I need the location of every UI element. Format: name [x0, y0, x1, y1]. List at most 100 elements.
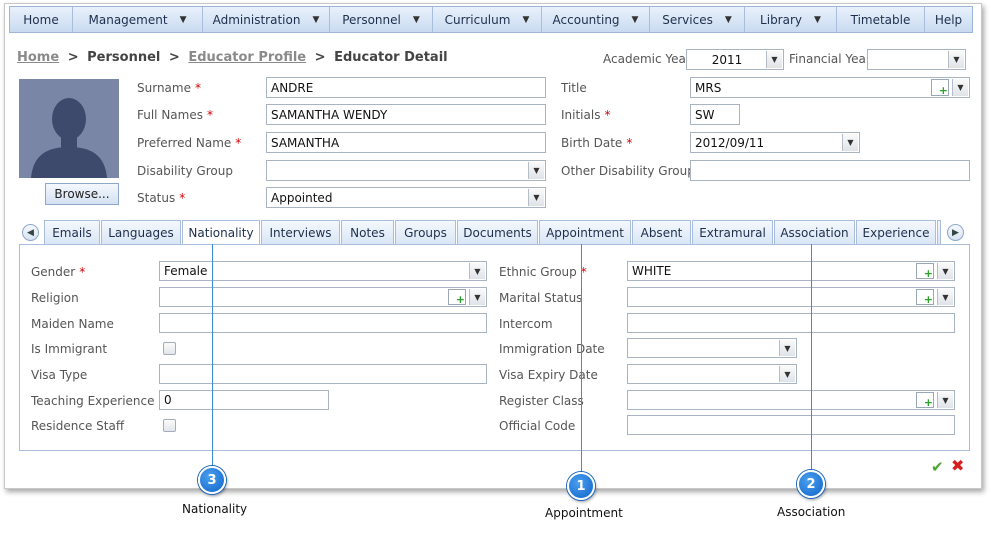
chevron-down-icon[interactable]: ▼: [469, 289, 485, 305]
tab-appointment[interactable]: Appointment: [539, 220, 631, 244]
chevron-down-icon[interactable]: ▼: [469, 263, 485, 279]
religion-select[interactable]: + ▼: [159, 287, 487, 307]
maiden-name-label: Maiden Name: [31, 317, 114, 331]
register-class-label: Register Class: [499, 394, 584, 408]
teaching-experience-field[interactable]: 0: [159, 390, 329, 410]
marital-status-select[interactable]: + ▼: [627, 287, 955, 307]
chevron-down-icon[interactable]: ▼: [948, 51, 964, 68]
chevron-down-icon[interactable]: ▼: [842, 134, 858, 151]
menu-library[interactable]: Library ▼: [745, 7, 837, 32]
initials-field[interactable]: SW: [690, 104, 740, 125]
visa-type-field[interactable]: [159, 364, 487, 384]
status-select[interactable]: Appointed ▼: [266, 187, 546, 208]
disability-group-label: Disability Group: [137, 164, 233, 178]
profile-photo: [19, 79, 119, 178]
tab-scroll-left-button[interactable]: ◀: [22, 224, 39, 241]
chevron-down-icon[interactable]: ▼: [952, 79, 968, 96]
chevron-down-icon: ▼: [814, 14, 821, 25]
chevron-down-icon[interactable]: ▼: [937, 289, 953, 305]
add-ethnic-group-icon[interactable]: +: [916, 263, 934, 279]
breadcrumb: Home > Personnel > Educator Profile > Ed…: [17, 50, 448, 65]
ethnic-group-value: WHITE: [632, 264, 672, 278]
breadcrumb-home-link[interactable]: Home: [17, 50, 59, 65]
callout-line: [581, 244, 582, 474]
add-religion-icon[interactable]: +: [448, 289, 466, 305]
other-disability-group-label: Other Disability Group: [561, 164, 695, 178]
browse-photo-button[interactable]: Browse...: [45, 183, 119, 205]
full-names-field[interactable]: SAMANTHA WENDY: [266, 104, 546, 125]
add-marital-status-icon[interactable]: +: [916, 289, 934, 305]
menu-help[interactable]: Help: [925, 7, 972, 32]
preferred-name-field[interactable]: SAMANTHA: [266, 132, 546, 153]
breadcrumb-educator-profile-link[interactable]: Educator Profile: [188, 50, 306, 65]
add-title-icon[interactable]: +: [931, 79, 949, 96]
cancel-x-icon[interactable]: ✖: [951, 456, 964, 475]
is-immigrant-checkbox[interactable]: [163, 342, 176, 355]
visa-expiry-date-picker[interactable]: ▼: [627, 364, 797, 384]
ethnic-group-label: Ethnic Group *: [499, 265, 587, 279]
ethnic-group-select[interactable]: WHITE + ▼: [627, 261, 955, 281]
chevron-down-icon: ▼: [522, 14, 530, 25]
financial-year-select[interactable]: ▼: [867, 49, 966, 70]
tab-interviews[interactable]: Interviews: [261, 220, 340, 244]
tab-emails[interactable]: Emails: [44, 220, 100, 244]
tab-scroll-right-button[interactable]: ▶: [947, 224, 964, 241]
register-class-select[interactable]: + ▼: [627, 390, 955, 410]
marital-status-label: Marital Status: [499, 291, 583, 305]
chevron-down-icon: ▼: [312, 14, 320, 25]
birth-date-picker[interactable]: 2012/09/11 ▼: [690, 132, 860, 153]
tab-extramural[interactable]: Extramural: [692, 220, 773, 244]
chevron-down-icon[interactable]: ▼: [937, 392, 953, 408]
tab-association[interactable]: Association: [774, 220, 855, 244]
menu-label: Personnel: [342, 12, 401, 27]
chevron-down-icon[interactable]: ▼: [766, 51, 782, 68]
tab-experience[interactable]: Experience: [856, 220, 936, 244]
gender-select[interactable]: Female ▼: [159, 261, 487, 281]
intercom-field[interactable]: [627, 313, 955, 333]
disability-group-select[interactable]: ▼: [266, 160, 546, 181]
menu-personnel[interactable]: Personnel ▼: [330, 7, 433, 32]
menu-label: Home: [23, 12, 59, 27]
birth-date-value: 2012/09/11: [695, 135, 765, 150]
title-label: Title: [561, 81, 587, 95]
chevron-down-icon[interactable]: ▼: [528, 162, 544, 179]
add-register-class-icon[interactable]: +: [916, 392, 934, 408]
maiden-name-field[interactable]: [159, 313, 487, 333]
chevron-down-icon[interactable]: ▼: [779, 340, 795, 356]
tab-overflow-edge: [937, 220, 941, 244]
religion-label: Religion: [31, 291, 79, 305]
financial-year-label: Financial Year: [789, 52, 871, 66]
menu-management[interactable]: Management ▼: [73, 7, 203, 32]
other-disability-group-field[interactable]: [690, 160, 970, 181]
tab-notes[interactable]: Notes: [341, 220, 394, 244]
breadcrumb-current-page: Educator Detail: [334, 50, 448, 65]
save-check-icon[interactable]: ✔: [931, 458, 944, 476]
menu-home[interactable]: Home: [10, 7, 73, 32]
menu-curriculum[interactable]: Curriculum ▼: [433, 7, 542, 32]
title-select[interactable]: MRS + ▼: [690, 77, 970, 98]
menu-timetable[interactable]: Timetable: [837, 7, 925, 32]
callout-badge: 3: [198, 466, 226, 494]
chevron-down-icon[interactable]: ▼: [528, 189, 544, 206]
menu-label: Services: [662, 12, 713, 27]
tab-groups[interactable]: Groups: [395, 220, 456, 244]
tab-documents[interactable]: Documents: [457, 220, 538, 244]
residence-staff-checkbox[interactable]: [163, 419, 176, 432]
immigration-date-picker[interactable]: ▼: [627, 338, 797, 358]
menu-accounting[interactable]: Accounting ▼: [542, 7, 650, 32]
surname-field[interactable]: ANDRE: [266, 77, 546, 98]
tab-absent[interactable]: Absent: [632, 220, 691, 244]
immigration-date-label: Immigration Date: [499, 342, 605, 356]
official-code-field[interactable]: [627, 415, 955, 435]
chevron-down-icon[interactable]: ▼: [937, 263, 953, 279]
menu-label: Help: [934, 12, 963, 27]
tab-languages[interactable]: Languages: [101, 220, 181, 244]
chevron-down-icon[interactable]: ▼: [779, 366, 795, 382]
academic-year-select[interactable]: 2011 ▼: [686, 49, 784, 70]
is-immigrant-label: Is Immigrant: [31, 342, 108, 356]
menu-services[interactable]: Services ▼: [650, 7, 745, 32]
visa-expiry-date-label: Visa Expiry Date: [499, 368, 598, 382]
callout-line: [811, 244, 812, 472]
tab-nationality[interactable]: Nationality: [182, 220, 260, 245]
menu-administration[interactable]: Administration ▼: [203, 7, 330, 32]
